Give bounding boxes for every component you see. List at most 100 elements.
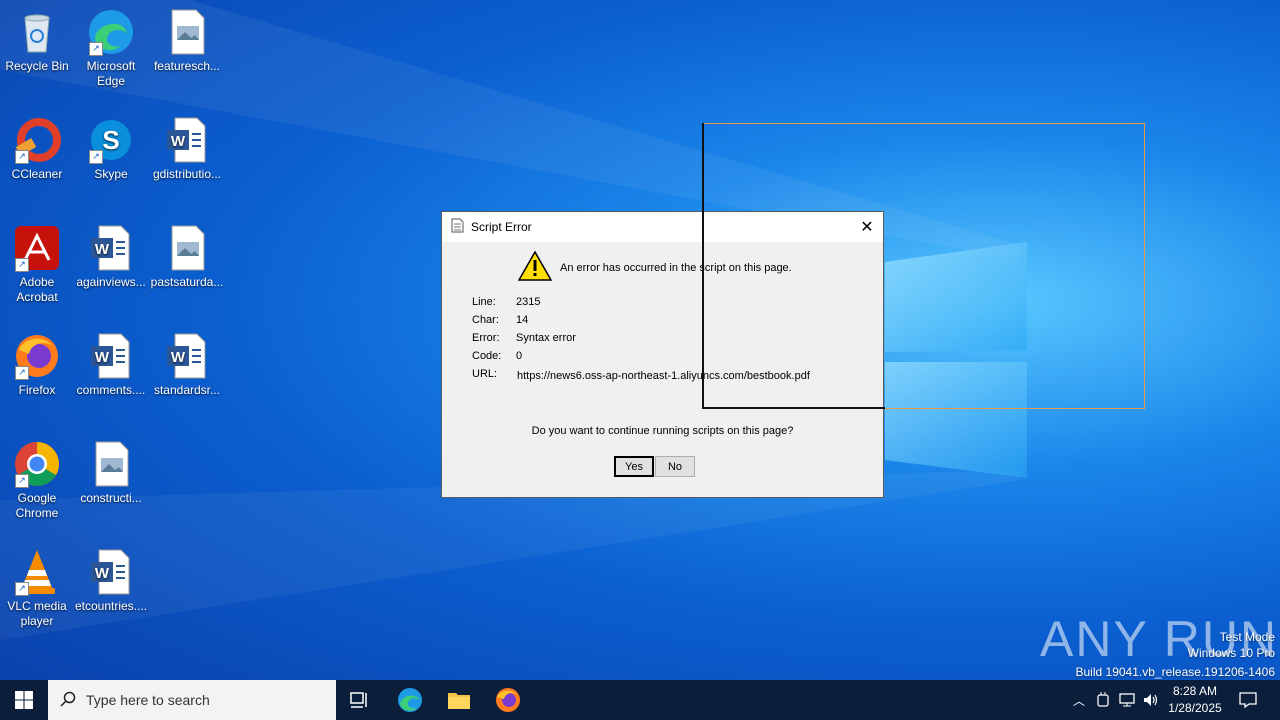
build-text: Build 19041.vb_release.191206-1406	[1075, 665, 1276, 679]
icon-label: comments....	[76, 383, 146, 397]
start-button[interactable]	[0, 680, 48, 720]
desktop-icon-ccleaner[interactable]: ↗ CCleaner	[0, 116, 74, 182]
desktop-icon-acrobat[interactable]: ↗ Adobe Acrobat	[0, 224, 74, 305]
icon-label: VLC media player	[7, 599, 67, 628]
icon-label: gdistributio...	[152, 167, 222, 181]
acrobat-icon: ↗	[13, 224, 61, 272]
network-button[interactable]	[1116, 680, 1138, 720]
chevron-up-icon: ︿	[1072, 693, 1085, 708]
desktop-icon-chrome[interactable]: ↗ Google Chrome	[0, 440, 74, 521]
icon-label: Skype	[94, 167, 128, 181]
ccleaner-icon: ↗	[13, 116, 61, 164]
icon-label: againviews...	[76, 275, 146, 289]
desktop-icon-skype[interactable]: S ↗ Skype	[74, 116, 148, 182]
windows-logo-icon	[15, 691, 33, 709]
image-file-icon	[163, 8, 211, 56]
icon-label: constructi...	[80, 491, 142, 505]
icon-label: Adobe Acrobat	[16, 275, 58, 304]
recycle-bin-icon	[13, 8, 61, 56]
tray-app-icon[interactable]	[1092, 680, 1114, 720]
dialog-title: Script Error	[471, 220, 532, 234]
skype-icon: S ↗	[87, 116, 135, 164]
desktop-icon-comments[interactable]: W comments....	[74, 332, 148, 398]
no-label: No	[667, 460, 683, 473]
word-doc-icon: W	[87, 224, 135, 272]
vlc-icon: ↗	[13, 548, 61, 596]
show-hidden-icons-button[interactable]: ︿	[1068, 680, 1090, 720]
svg-text:W: W	[171, 133, 186, 150]
icon-label: Firefox	[18, 383, 56, 397]
word-doc-icon: W	[87, 548, 135, 596]
no-button[interactable]: No	[655, 456, 695, 477]
icon-label: Microsoft Edge	[86, 59, 136, 88]
desktop-icon-vlc[interactable]: ↗ VLC media player	[0, 548, 74, 629]
taskbar: Type here to search ︿ 8:28 AM 1/28/2025	[0, 680, 1280, 720]
taskbar-file-explorer[interactable]	[435, 680, 483, 720]
field-value-line: 2315	[516, 296, 541, 308]
search-icon	[60, 691, 76, 710]
chrome-icon: ↗	[13, 440, 61, 488]
word-doc-icon: W	[163, 116, 211, 164]
desktop-icon-recycle-bin[interactable]: Recycle Bin	[0, 8, 74, 74]
desktop-icon-etcountries[interactable]: W etcountries....	[74, 548, 148, 614]
taskbar-edge[interactable]	[386, 680, 434, 720]
continue-question: Do you want to continue running scripts …	[531, 425, 794, 437]
selection-line-horizontal	[702, 407, 885, 409]
clock-date: 1/28/2025	[1168, 701, 1222, 715]
icon-label: Recycle Bin	[5, 59, 69, 73]
field-value-code: 0	[516, 350, 523, 362]
svg-text:W: W	[95, 349, 110, 366]
desktop-icon-constructi[interactable]: constructi...	[74, 440, 148, 506]
task-view-button[interactable]	[336, 680, 384, 720]
icon-label: featuresch...	[153, 59, 221, 73]
svg-text:W: W	[95, 241, 110, 258]
field-key: URL:	[472, 368, 498, 380]
field-value-char: 14	[516, 314, 529, 326]
edge-icon: ↗	[87, 8, 135, 56]
field-key: Error:	[472, 332, 500, 344]
field-value-url: https://news6.oss-ap-northeast-1.aliyunc…	[517, 370, 810, 382]
firefox-icon	[496, 688, 520, 712]
desktop-icon-standardsr[interactable]: W standardsr...	[150, 332, 224, 398]
document-icon	[451, 218, 464, 236]
desktop-icon-againviews[interactable]: W againviews...	[74, 224, 148, 290]
script-error-dialog: Script Error ✕ An error has occurred in …	[441, 211, 884, 498]
windows-edition-text: Windows 10 Pro	[1187, 646, 1275, 660]
field-key: Line:	[472, 296, 496, 308]
dialog-titlebar[interactable]: Script Error ✕	[442, 212, 883, 242]
network-icon	[1119, 693, 1135, 707]
icon-label: Google Chrome	[15, 491, 59, 520]
image-file-icon	[163, 224, 211, 272]
device-icon	[1097, 692, 1109, 707]
desktop-icon-edge[interactable]: ↗ Microsoft Edge	[74, 8, 148, 89]
icon-label: CCleaner	[11, 167, 63, 181]
action-center-button[interactable]	[1232, 680, 1264, 720]
icon-label: standardsr...	[153, 383, 221, 397]
error-message: An error has occurred in the script on t…	[560, 262, 792, 274]
selection-line-vertical	[702, 123, 704, 409]
desktop-icon-gdistributio[interactable]: W gdistributio...	[150, 116, 224, 182]
search-placeholder: Type here to search	[86, 692, 210, 708]
desktop-icon-firefox[interactable]: ↗ Firefox	[0, 332, 74, 398]
icon-label: etcountries....	[74, 599, 148, 613]
desktop-icon-pastsaturda[interactable]: pastsaturda...	[150, 224, 224, 290]
close-icon: ✕	[860, 219, 874, 236]
svg-text:W: W	[171, 349, 186, 366]
speaker-icon	[1144, 694, 1158, 706]
close-button[interactable]: ✕	[851, 212, 883, 242]
clock-time: 8:28 AM	[1172, 684, 1218, 698]
word-doc-icon: W	[163, 332, 211, 380]
yes-label: Yes	[625, 460, 643, 473]
yes-button[interactable]: Yes	[614, 456, 654, 477]
word-doc-icon: W	[87, 332, 135, 380]
clock[interactable]: 8:28 AM 1/28/2025	[1160, 683, 1230, 717]
svg-text:S: S	[102, 125, 119, 155]
icon-label: pastsaturda...	[150, 275, 224, 289]
task-view-icon	[350, 692, 367, 708]
volume-button[interactable]	[1140, 680, 1162, 720]
search-box[interactable]: Type here to search	[48, 680, 336, 720]
folder-icon	[448, 693, 470, 709]
taskbar-firefox[interactable]	[484, 680, 532, 720]
svg-text:W: W	[95, 565, 110, 582]
desktop-icon-featuresch[interactable]: featuresch...	[150, 8, 224, 74]
